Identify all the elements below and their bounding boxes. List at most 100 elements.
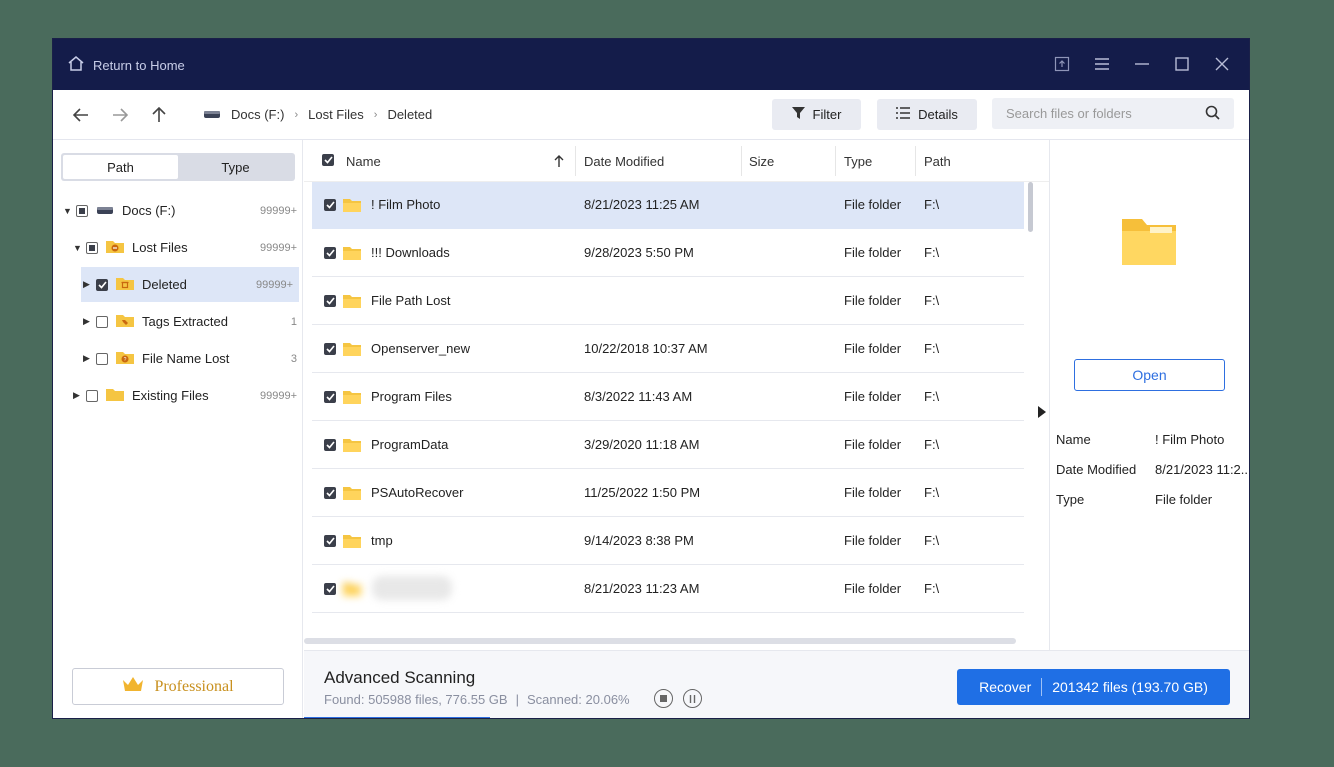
- item-count: 99999+: [259, 389, 297, 402]
- details-button[interactable]: Details: [877, 99, 977, 130]
- item-count: 3: [290, 352, 297, 365]
- tree-item-deleted[interactable]: ▶ Deleted 99999+: [81, 267, 299, 302]
- checked-checkbox[interactable]: [96, 278, 108, 291]
- folder-icon: [106, 387, 132, 404]
- horizontal-scrollbar[interactable]: [304, 638, 1016, 644]
- table-row[interactable]: tmp 9/14/2023 8:38 PM File folder F:\: [312, 518, 1024, 565]
- row-checkbox[interactable]: [324, 391, 336, 403]
- file-path: F:\: [924, 485, 940, 500]
- row-checkbox[interactable]: [324, 439, 336, 451]
- export-icon[interactable]: [1052, 54, 1072, 74]
- tree-item-file-name-lost[interactable]: ▶ ? File Name Lost 3: [53, 341, 303, 376]
- column-header-size[interactable]: Size: [749, 152, 774, 170]
- prop-type-label: Type: [1056, 492, 1085, 507]
- sort-ascending-icon[interactable]: [554, 152, 564, 170]
- column-header-name[interactable]: Name: [346, 152, 381, 170]
- title-bar: Return to Home: [53, 39, 1249, 90]
- file-name: ! Film Photo: [371, 197, 441, 212]
- folder-icon: [343, 342, 361, 359]
- table-row[interactable]: File Path Lost File folder F:\: [312, 278, 1024, 325]
- forward-arrow-icon[interactable]: [110, 105, 130, 125]
- column-header-date[interactable]: Date Modified: [584, 152, 664, 170]
- file-path: F:\: [924, 293, 940, 308]
- open-button[interactable]: Open: [1074, 359, 1225, 391]
- row-checkbox[interactable]: [324, 247, 336, 259]
- file-name: Openserver_new: [371, 341, 470, 356]
- partial-checkbox[interactable]: [86, 241, 98, 254]
- tab-type[interactable]: Type: [178, 155, 293, 179]
- select-all-checkbox[interactable]: [322, 154, 334, 166]
- pause-scan-button[interactable]: [683, 689, 702, 708]
- view-mode-toggle: Path Type: [61, 153, 295, 181]
- collapsed-caret-icon[interactable]: ▶: [83, 279, 92, 290]
- date-modified: 9/28/2023 5:50 PM: [584, 245, 694, 260]
- item-count: 1: [290, 315, 297, 328]
- tree-item-existing-files[interactable]: ▶ Existing Files 99999+: [53, 378, 303, 413]
- prop-date-value: 8/21/2023 11:2..: [1155, 462, 1249, 477]
- row-checkbox[interactable]: [324, 295, 336, 307]
- stop-scan-button[interactable]: [654, 689, 673, 708]
- vertical-scrollbar[interactable]: [1028, 182, 1033, 232]
- file-path: F:\: [924, 341, 940, 356]
- toolbar: Docs (F:) › Lost Files › Deleted Filter …: [53, 90, 1249, 140]
- folder-icon: [343, 534, 361, 551]
- row-checkbox[interactable]: [324, 343, 336, 355]
- table-row[interactable]: ProgramData 3/29/2020 11:18 AM File folder…: [312, 422, 1024, 469]
- expanded-caret-icon[interactable]: ▼: [63, 206, 72, 216]
- list-icon: [896, 107, 911, 122]
- checkbox[interactable]: [86, 389, 98, 402]
- breadcrumb-item-docs[interactable]: Docs (F:): [231, 107, 284, 122]
- prop-name-value: ! Film Photo: [1155, 432, 1225, 447]
- back-arrow-icon[interactable]: [71, 105, 91, 125]
- file-type: File folder: [844, 293, 902, 308]
- collapsed-caret-icon[interactable]: ▶: [73, 390, 82, 401]
- row-checkbox[interactable]: [324, 487, 336, 499]
- checkbox[interactable]: [96, 352, 108, 365]
- row-checkbox[interactable]: [324, 583, 336, 595]
- search-icon[interactable]: [1205, 105, 1220, 123]
- collapse-panel-icon[interactable]: [1037, 405, 1047, 422]
- svg-text:?: ?: [124, 357, 127, 363]
- minimize-icon[interactable]: [1132, 54, 1152, 74]
- breadcrumb-item-deleted[interactable]: Deleted: [387, 107, 432, 122]
- row-checkbox[interactable]: [324, 199, 336, 211]
- return-home-button[interactable]: Return to Home: [67, 55, 185, 75]
- column-header-type[interactable]: Type: [844, 152, 872, 170]
- collapsed-caret-icon[interactable]: ▶: [83, 316, 92, 327]
- expanded-caret-icon[interactable]: ▼: [73, 243, 82, 253]
- tree-item-docs[interactable]: ▼ Docs (F:) 99999+: [53, 193, 303, 228]
- maximize-icon[interactable]: [1172, 54, 1192, 74]
- search-input[interactable]: Search files or folders: [992, 98, 1234, 129]
- partial-checkbox[interactable]: [76, 204, 88, 217]
- table-row[interactable]: PSAutoRecover 11/25/2022 1:50 PM File fold…: [312, 470, 1024, 517]
- collapsed-caret-icon[interactable]: ▶: [83, 353, 92, 364]
- tree-item-lost-files[interactable]: ▼ Lost Files 99999+: [53, 230, 303, 265]
- menu-icon[interactable]: [1092, 54, 1112, 74]
- tree-item-label: Deleted: [142, 277, 187, 292]
- close-icon[interactable]: [1212, 54, 1232, 74]
- scan-info: Found: 505988 files, 776.55 GB | Scanned…: [324, 692, 630, 707]
- recover-button[interactable]: Recover 201342 files (193.70 GB): [957, 669, 1230, 705]
- tree-item-tags-extracted[interactable]: ▶ Tags Extracted 1: [53, 304, 303, 339]
- tab-path[interactable]: Path: [63, 155, 178, 179]
- table-row[interactable]: 8/21/2023 11:23 AM File folder F:\: [312, 566, 1024, 613]
- crown-icon: [122, 676, 144, 697]
- row-checkbox[interactable]: [324, 535, 336, 547]
- table-row[interactable]: ! Film Photo 8/21/2023 11:25 AM File folde…: [312, 182, 1024, 229]
- professional-upgrade-button[interactable]: Professional: [72, 668, 284, 705]
- checkbox[interactable]: [96, 315, 108, 328]
- table-row[interactable]: !!! Downloads 9/28/2023 5:50 PM File folde…: [312, 230, 1024, 277]
- breadcrumb-item-lost-files[interactable]: Lost Files: [308, 107, 364, 122]
- file-name: ProgramData: [371, 437, 449, 452]
- tree-item-label: File Name Lost: [142, 351, 230, 366]
- item-count: 99999+: [259, 241, 297, 254]
- drive-icon: [203, 107, 221, 122]
- file-name: File Path Lost: [371, 293, 451, 308]
- tree-item-label: Lost Files: [132, 240, 188, 255]
- table-row[interactable]: Program Files 8/3/2022 11:43 AM File folde…: [312, 374, 1024, 421]
- table-row[interactable]: Openserver_new 10/22/2018 10:37 AM File fo…: [312, 326, 1024, 373]
- column-header-path[interactable]: Path: [924, 152, 951, 170]
- folder-icon: [343, 294, 361, 311]
- filter-button[interactable]: Filter: [772, 99, 861, 130]
- up-arrow-icon[interactable]: [149, 105, 169, 125]
